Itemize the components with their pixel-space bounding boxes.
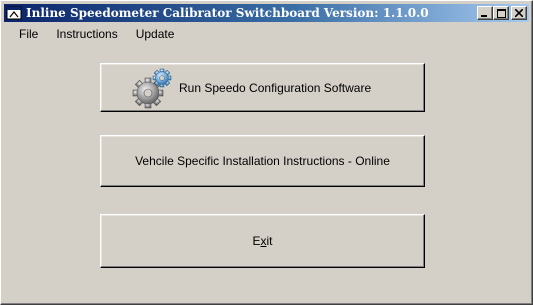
run-configuration-button[interactable]: Run Speedo Configuration Software <box>100 63 425 112</box>
menu-bar: File Instructions Update <box>4 24 529 44</box>
maximize-button[interactable] <box>493 6 509 20</box>
close-button[interactable] <box>511 6 527 20</box>
installation-instructions-label: Vehcile Specific Installation Instructio… <box>135 154 390 168</box>
maximize-icon <box>496 8 506 18</box>
close-icon <box>515 9 523 17</box>
exit-mnemonic: x <box>260 234 267 248</box>
menu-file[interactable]: File <box>4 25 47 43</box>
gears-icon <box>129 66 173 110</box>
exit-label: Exit <box>252 234 273 248</box>
program-icon[interactable] <box>6 6 22 20</box>
caption-buttons <box>477 6 527 20</box>
run-configuration-label: Run Speedo Configuration Software <box>179 80 372 95</box>
menu-instructions[interactable]: Instructions <box>47 25 126 43</box>
minimize-button[interactable] <box>477 6 493 20</box>
window-title: Inline Speedometer Calibrator Switchboar… <box>26 6 429 20</box>
installation-instructions-button[interactable]: Vehcile Specific Installation Instructio… <box>100 135 425 187</box>
minimize-icon <box>481 15 487 17</box>
menu-update[interactable]: Update <box>127 25 184 43</box>
title-bar[interactable]: Inline Speedometer Calibrator Switchboar… <box>4 4 529 22</box>
exit-button[interactable]: Exit <box>100 214 425 268</box>
app-window: Inline Speedometer Calibrator Switchboar… <box>0 0 533 305</box>
